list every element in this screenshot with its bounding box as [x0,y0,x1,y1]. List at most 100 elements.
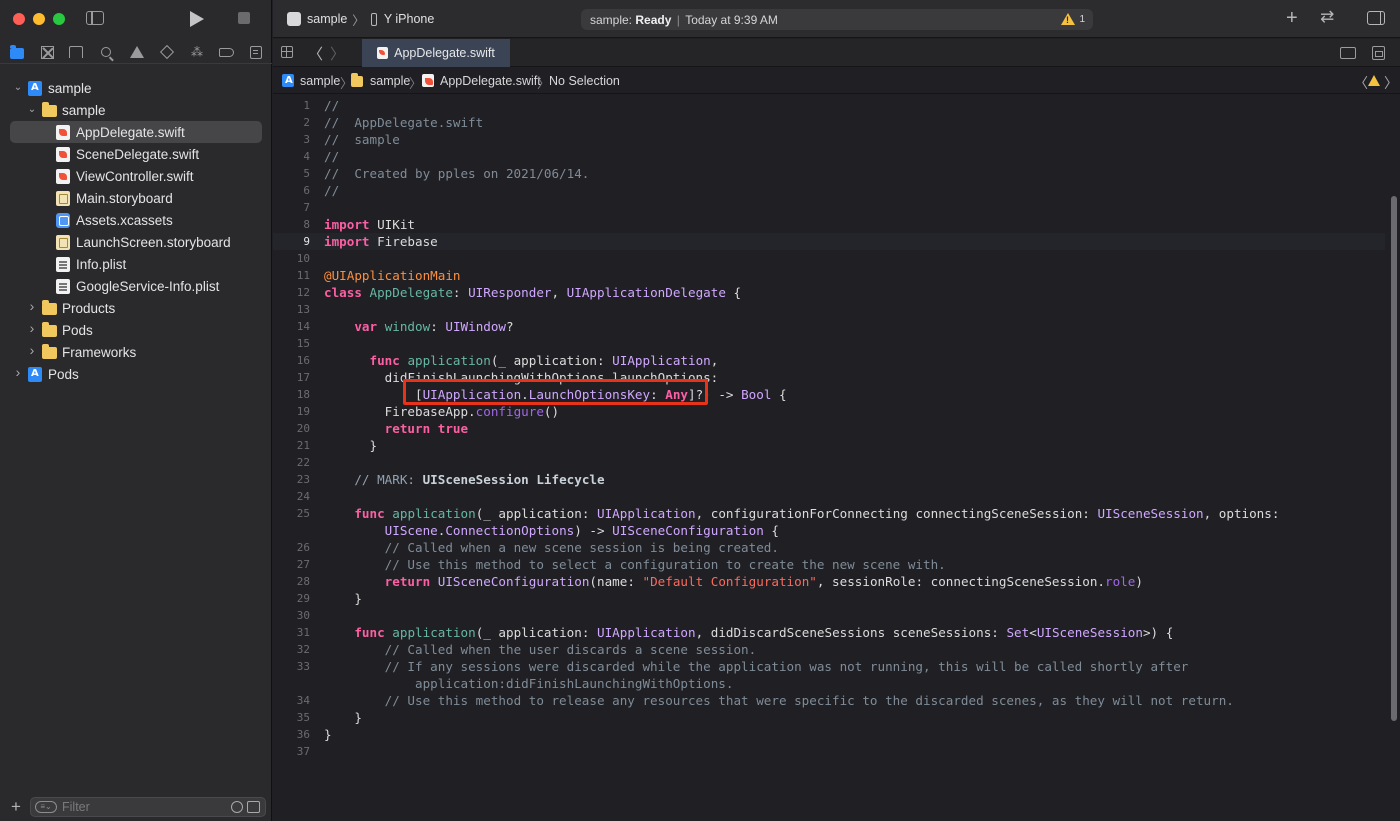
disclosure-expanded-icon[interactable]: ⌄ [13,83,23,93]
code-line: 4 // [273,148,1385,165]
run-button[interactable] [190,11,204,27]
issue-navigator-tab[interactable] [129,45,145,59]
tab-appdelegate[interactable]: AppDelegate.swift [362,39,510,67]
library-add-icon[interactable]: + [1286,7,1298,30]
tree-item[interactable]: SceneDelegate.swift [10,143,262,165]
project-navigator-tab[interactable] [9,44,25,59]
jumpbar-item-project[interactable]: sample [300,74,340,88]
activity-view[interactable]: sample: Ready | Today at 9:39 AM 1 [581,9,1093,30]
disclosure-collapsed-icon[interactable]: › [27,321,37,335]
tree-item[interactable]: › Frameworks [10,341,262,363]
line-number: 31 [296,626,310,639]
disclosure-collapsed-icon[interactable]: › [27,299,37,313]
tree-item[interactable]: Info.plist [10,253,262,275]
scheme-selector[interactable]: sample 〉 Y iPhone [287,11,434,28]
jumpbar-item-group[interactable]: sample [370,74,410,88]
code-line: 12 class AppDelegate: UIResponder, UIAppl… [273,284,1385,301]
tree-item[interactable]: AppDelegate.swift [10,121,262,143]
close-window-button[interactable] [13,13,25,25]
source-editor[interactable]: 37 36} 35 } 34 // Use this method to releas… [273,95,1400,821]
minimize-window-button[interactable] [33,13,45,25]
tree-item[interactable]: ⌄ sample [10,77,262,99]
code-line: 20 return true [273,420,1385,437]
sidebar-toggle-icon[interactable] [86,11,104,25]
code-text: // Created by pples on 2021/06/14. [324,166,590,181]
previous-issue-icon[interactable]: 〈 [1354,73,1368,93]
tree-item[interactable]: ⌄ sample [10,99,262,121]
editor-scrollbar[interactable] [1391,196,1397,721]
swift-icon [56,169,70,184]
add-icon[interactable]: + [11,797,21,817]
code-text: func application(_ application: UIApplic… [369,353,719,368]
disclosure-collapsed-icon[interactable]: › [27,343,37,357]
filter-field[interactable]: ≡⌄ Filter [30,797,266,817]
warning-icon[interactable] [1368,75,1380,86]
related-items-icon[interactable] [281,46,293,58]
jumpbar-item-file[interactable]: AppDelegate.swift [440,74,541,88]
line-number: 22 [296,456,310,469]
code-line: 8 import UIKit [273,216,1385,233]
code-text: FirebaseApp.configure() [324,404,560,419]
line-number: 29 [296,592,310,605]
code-line: 19 FirebaseApp.configure() [273,403,1385,420]
code-line: 37 [273,743,1385,760]
line-number: 1 [303,99,310,112]
code-line: 25 func application(_ application: UIApp… [273,505,1385,522]
project-icon [28,81,42,96]
line-number: 32 [296,643,310,656]
spray-icon: ⁂ [191,45,203,59]
add-editor-icon[interactable] [1372,46,1385,60]
code-line: 30 [273,607,1385,624]
editor-options-icon[interactable] [1340,47,1356,59]
filter-options-icon[interactable]: ≡⌄ [35,801,57,813]
tree-item[interactable]: › Pods [10,319,262,341]
tree-item[interactable]: LaunchScreen.storyboard [10,231,262,253]
disclosure-expanded-icon[interactable]: ⌄ [27,105,37,115]
code-text: didFinishLaunchingWithOptions launchOpti… [324,370,719,385]
tree-item[interactable]: GoogleService-Info.plist [10,275,262,297]
breakpoint-navigator-tab[interactable] [218,45,234,59]
debug-navigator-tab[interactable]: ⁂ [189,45,205,59]
activity-status: sample: Ready | Today at 9:39 AM [590,13,778,27]
swift-icon [56,125,70,140]
iphone-icon [370,12,377,26]
status-separator: | [673,13,684,27]
jumpbar-item-selection[interactable]: No Selection [549,74,620,88]
line-number: 17 [296,371,310,384]
code-line: 33 // If any sessions were discarded whi… [273,658,1385,675]
tree-item[interactable]: › Pods [10,363,262,385]
jump-bar: sample 〉 sample 〉 AppDelegate.swift 〉 No… [273,68,1400,94]
plist-icon [56,257,70,272]
code-line: 26 // Called when a new scene session is… [273,539,1385,556]
tree-item[interactable]: › Products [10,297,262,319]
recent-files-icon[interactable] [231,801,243,813]
warning-icon[interactable] [1061,13,1075,25]
next-issue-icon[interactable]: 〉 [1384,73,1398,93]
line-number: 33 [296,660,310,673]
code-line: 5 // Created by pples on 2021/06/14. [273,165,1385,182]
symbol-navigator-tab[interactable] [68,45,84,59]
line-number: 5 [303,167,310,180]
tree-item[interactable]: Assets.xcassets [10,209,262,231]
line-number: 11 [296,269,310,282]
zoom-window-button[interactable] [53,13,65,25]
disclosure-collapsed-icon[interactable]: › [13,365,23,379]
tree-item[interactable]: Main.storyboard [10,187,262,209]
tree-item[interactable]: ViewController.swift [10,165,262,187]
navigator-selector-bar: ⁂ [0,40,272,64]
forward-arrow-icon[interactable]: 〉 [330,43,345,64]
report-navigator-tab[interactable] [248,45,264,59]
back-arrow-icon[interactable]: 〈 [308,43,323,64]
test-navigator-tab[interactable] [159,44,175,60]
code-line: 21 } [273,437,1385,454]
navigator-filter-bar: + ≡⌄ Filter [0,795,272,821]
source-control-filter-icon[interactable] [247,801,260,813]
source-control-navigator-tab[interactable] [39,45,55,59]
find-navigator-tab[interactable] [98,45,114,59]
project-icon [282,74,294,87]
window-toolbar: sample 〉 Y iPhone sample: Ready | Today … [273,0,1400,38]
stop-button[interactable] [238,12,250,24]
inspector-toggle-icon[interactable] [1367,11,1385,25]
code-review-icon[interactable]: ⇄ [1320,7,1334,27]
line-number: 15 [296,337,310,350]
